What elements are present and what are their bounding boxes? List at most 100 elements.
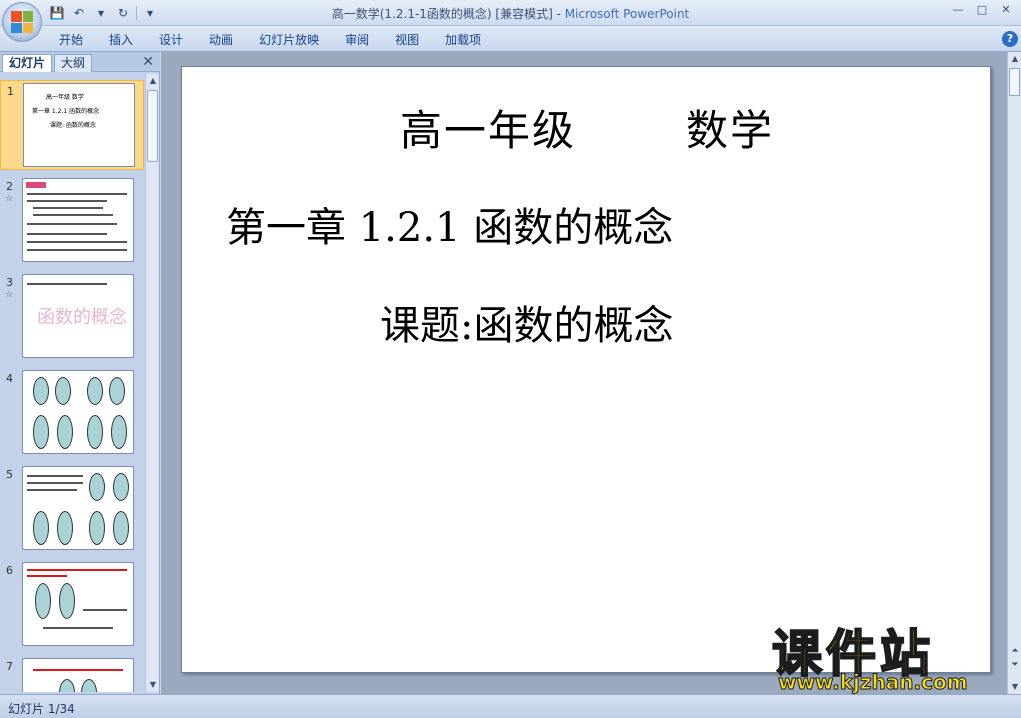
thumb-label-block [26, 182, 46, 188]
thumb-text-line [27, 489, 77, 491]
maximize-button[interactable]: □ [971, 2, 993, 18]
tab-home[interactable]: 开始 [46, 31, 96, 49]
diagram-ellipse [111, 415, 127, 449]
status-bar: 幻灯片 1/34 [0, 694, 1021, 718]
diagram-ellipse [57, 511, 73, 545]
thumb-text: 第一章 1.2.1 函数的概念 [32, 108, 100, 115]
thumb-text-line [33, 669, 123, 671]
tab-slides[interactable]: 幻灯片 [2, 54, 53, 72]
diagram-ellipse [87, 377, 103, 405]
scroll-up-icon[interactable]: ▲ [1008, 52, 1021, 66]
slide-number: 6 [6, 564, 13, 577]
document-title: 高一数学(1.2.1-1函数的概念) [兼容模式] - [331, 7, 565, 21]
slide-number: 1 [7, 85, 14, 98]
diagram-ellipse [89, 511, 105, 545]
slide-thumbnails: 1 高一年级 数学 第一章 1.2.1 函数的概念 课题: 函数的概念 2 ☆ [0, 74, 144, 692]
thumb-text-line [33, 214, 113, 216]
thumb-text-line [27, 475, 83, 477]
slide-number: 7 [6, 660, 13, 673]
slide-preview [22, 466, 134, 550]
thumb-text-line [43, 627, 113, 629]
scroll-down-icon[interactable]: ▼ [146, 678, 160, 692]
watermark-url: www.kjzhan.com [778, 670, 969, 695]
scroll-down-icon[interactable]: ▼ [1008, 680, 1021, 694]
slide-thumbnail-7[interactable]: 7 [0, 656, 144, 692]
tab-slide-show[interactable]: 幻灯片放映 [246, 31, 332, 49]
slide-indicator: 幻灯片 1/34 [8, 702, 75, 716]
slide-preview [22, 658, 134, 692]
diagram-ellipse [33, 415, 49, 449]
current-slide[interactable]: 高一年级 数学 第一章 1.2.1 函数的概念 课题:函数的概念 [181, 66, 991, 673]
diagram-ellipse [89, 473, 105, 501]
title-bar: 💾 ↶ ▾ ↻ ▾ 高一数学(1.2.1-1函数的概念) [兼容模式] - Mi… [0, 0, 1021, 26]
ribbon: 开始 插入 设计 动画 幻灯片放映 审阅 视图 加载项 ? [0, 26, 1021, 52]
slide-thumbnail-6[interactable]: 6 [0, 560, 144, 650]
close-button[interactable]: ✕ [995, 2, 1017, 18]
diagram-ellipse [35, 583, 51, 619]
thumbnails-scrollbar[interactable]: ▲ ▼ [145, 74, 159, 692]
previous-slide-icon[interactable]: ⏶ [1008, 646, 1021, 656]
animation-icon: ☆ [5, 290, 14, 300]
slide-preview [22, 370, 134, 454]
slide-thumbnail-1[interactable]: 1 高一年级 数学 第一章 1.2.1 函数的概念 课题: 函数的概念 [0, 80, 144, 170]
pane-tabs: 幻灯片 大纲 ✕ [0, 52, 160, 72]
diagram-ellipse [55, 377, 71, 405]
thumb-text-line [27, 200, 107, 202]
watermark-logo: 课件站 www.kjzhan.com [768, 614, 1004, 696]
app-name: Microsoft PowerPoint [564, 7, 690, 21]
tab-insert[interactable]: 插入 [96, 31, 146, 49]
thumb-text-line [27, 241, 127, 243]
chapter-text[interactable]: 第一章 1.2.1 函数的概念 [226, 195, 673, 253]
office-button[interactable] [2, 2, 42, 42]
lesson-title[interactable]: 课题:函数的概念 [380, 293, 673, 351]
diagram-ellipse [81, 679, 97, 692]
diagram-ellipse [87, 415, 103, 449]
animation-icon: ☆ [5, 194, 14, 204]
slides-pane: 幻灯片 大纲 ✕ 1 高一年级 数学 第一章 1.2.1 函数的概念 课题: 函… [0, 52, 160, 694]
window-controls: — □ ✕ [947, 2, 1017, 18]
slide-thumbnail-2[interactable]: 2 ☆ [0, 176, 144, 266]
diagram-ellipse [33, 511, 49, 545]
subject-text: 数学 [686, 106, 775, 155]
scroll-up-icon[interactable]: ▲ [146, 74, 160, 88]
slide-editor: 高一年级 数学 第一章 1.2.1 函数的概念 课题:函数的概念 [161, 52, 1007, 694]
thumb-text-line [27, 249, 127, 251]
slide-heading[interactable]: 高一年级 数学 [182, 97, 992, 158]
slide-preview: 函数的概念 [22, 274, 134, 358]
slide-thumbnail-5[interactable]: 5 [0, 464, 144, 554]
window-title: 高一数学(1.2.1-1函数的概念) [兼容模式] - Microsoft Po… [0, 5, 1021, 22]
diagram-ellipse [59, 583, 75, 619]
thumb-text-line [27, 482, 83, 484]
minimize-button[interactable]: — [947, 2, 969, 18]
slide-thumbnail-3[interactable]: 3 ☆ 函数的概念 [0, 272, 144, 362]
scrollbar-thumb[interactable] [147, 90, 158, 162]
thumb-text: 高一年级 数学 [46, 94, 84, 101]
tab-review[interactable]: 审阅 [332, 31, 382, 49]
close-pane-icon[interactable]: ✕ [142, 54, 154, 70]
tab-add-ins[interactable]: 加载项 [432, 31, 494, 49]
diagram-ellipse [113, 511, 129, 545]
slide-number: 3 [6, 276, 13, 289]
diagram-ellipse [109, 377, 125, 405]
help-icon[interactable]: ? [1002, 31, 1018, 47]
tab-animations[interactable]: 动画 [196, 31, 246, 49]
office-logo-icon [11, 11, 33, 33]
tab-view[interactable]: 视图 [382, 31, 432, 49]
tab-outline[interactable]: 大纲 [54, 54, 93, 72]
thumb-text-line [27, 233, 107, 235]
thumb-caption: 函数的概念 [37, 307, 127, 328]
tab-design[interactable]: 设计 [146, 31, 196, 49]
scrollbar-thumb[interactable] [1009, 68, 1020, 96]
diagram-ellipse [59, 679, 75, 692]
slide-preview [22, 178, 134, 262]
diagram-ellipse [113, 473, 129, 501]
slide-number: 4 [6, 372, 13, 385]
ribbon-tabs: 开始 插入 设计 动画 幻灯片放映 审阅 视图 加载项 [46, 31, 494, 49]
next-slide-icon[interactable]: ⏷ [1008, 660, 1021, 670]
diagram-ellipse [33, 377, 49, 405]
slide-scrollbar[interactable]: ▲ ⏶ ⏷ ▼ [1007, 52, 1021, 694]
thumb-text: 课题: 函数的概念 [50, 122, 96, 129]
slide-thumbnail-4[interactable]: 4 [0, 368, 144, 458]
slide-preview [22, 562, 134, 646]
thumb-text-line [83, 609, 127, 611]
